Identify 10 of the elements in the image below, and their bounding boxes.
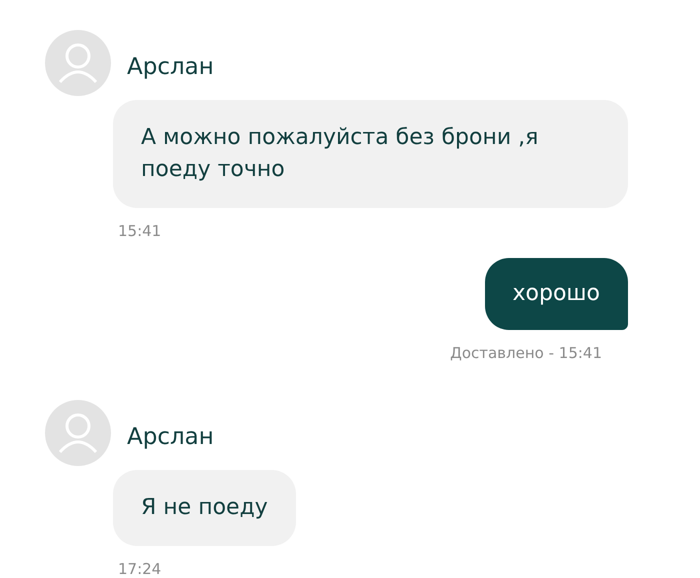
sender-name: Арслан (127, 424, 214, 450)
sender-name: Арслан (127, 54, 214, 80)
delivery-status: Доставлено - 15:41 (450, 344, 602, 362)
message-bubble: Я не поеду (113, 470, 296, 546)
message-bubble: А можно пожалуйста без брони ,я поеду точно (113, 100, 628, 208)
avatar-icon (45, 30, 111, 96)
message-bubble: хорошо (484, 258, 628, 330)
message-time: 15:41 (118, 222, 162, 240)
avatar-icon (45, 400, 111, 466)
message-time: 17:24 (118, 560, 162, 578)
